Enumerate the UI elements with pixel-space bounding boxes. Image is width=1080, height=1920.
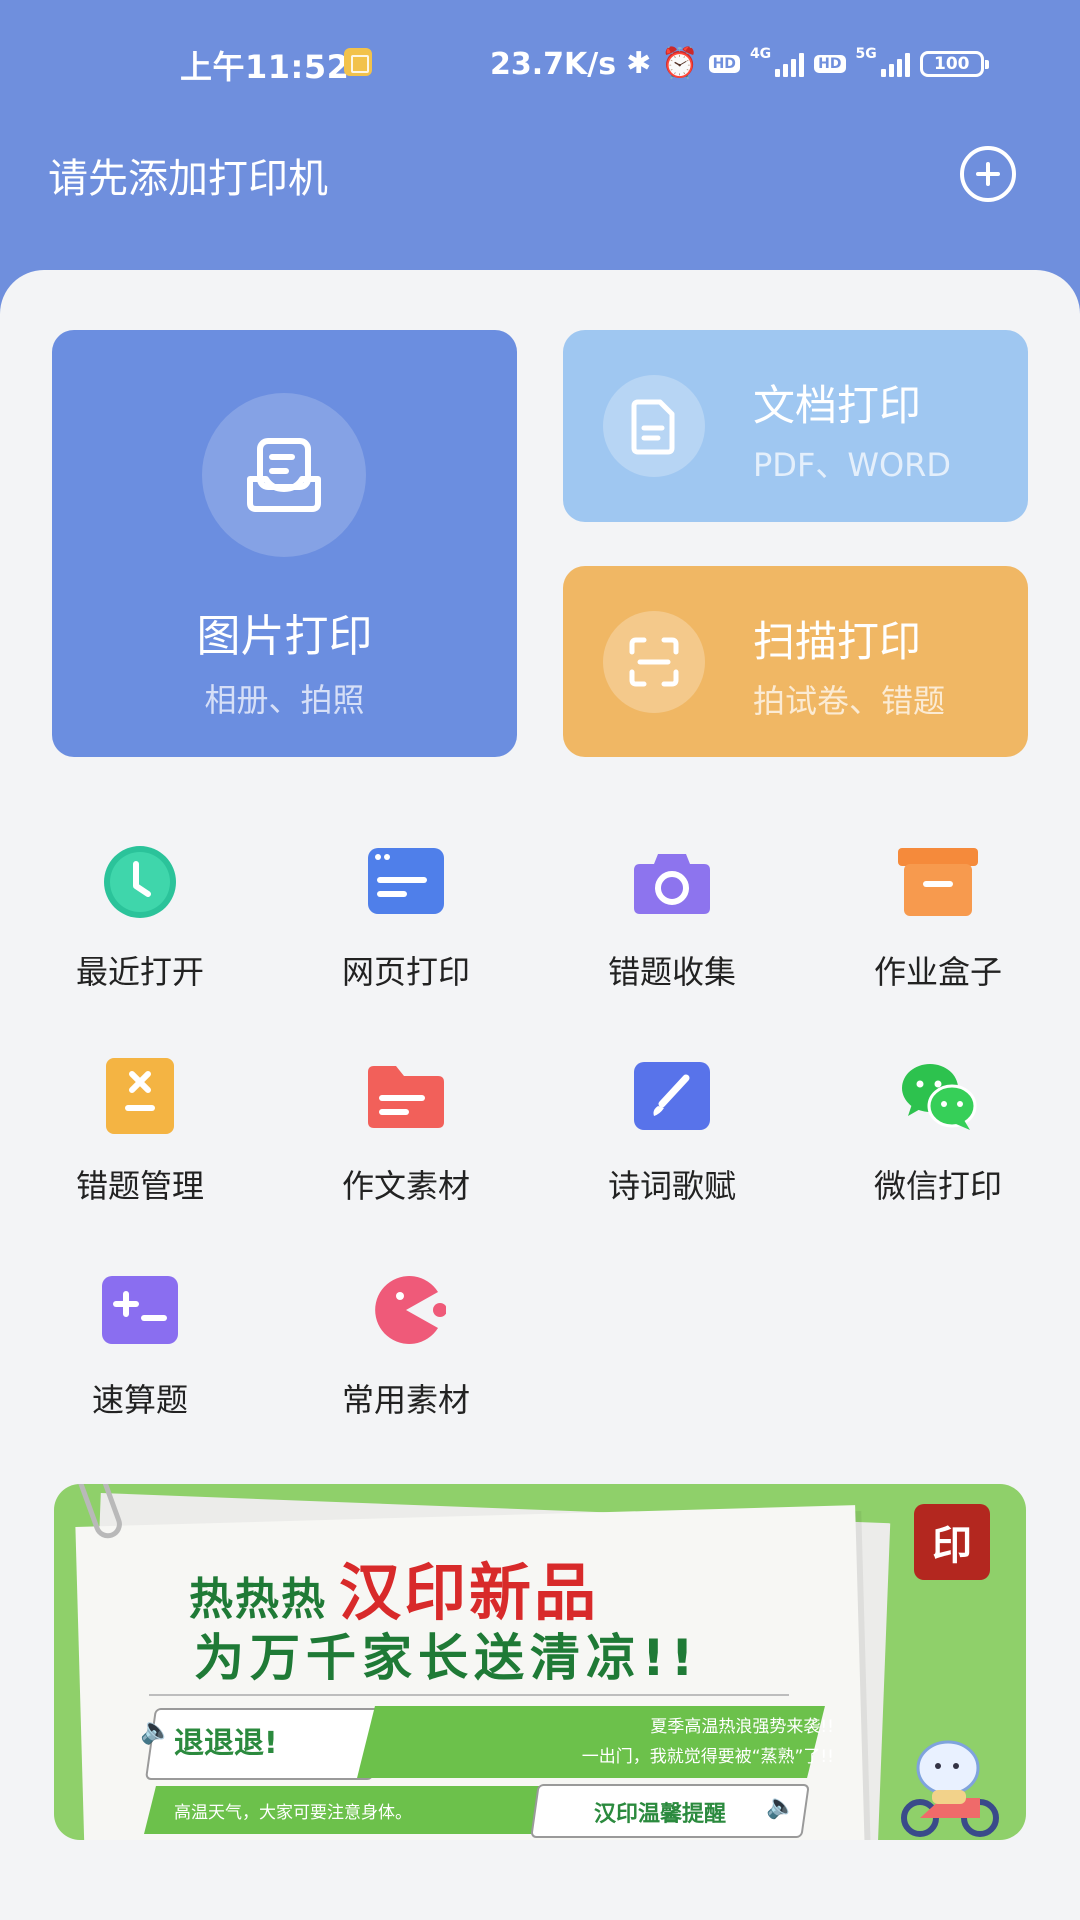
- banner-message: 夏季高温热浪强势来袭!! 一出门，我就觉得要被“蒸熟”了!!: [424, 1712, 834, 1772]
- battery-level: 100: [934, 54, 970, 74]
- signal-icon: [775, 51, 805, 77]
- battery-icon: 100: [919, 51, 989, 77]
- banner-msg-line3: 高温天气，大家可要注意身体。: [174, 1803, 412, 1823]
- feature-label: 错题管理: [75, 1167, 204, 1205]
- scan-print-card[interactable]: 扫描打印 拍试卷、错题: [563, 566, 1028, 757]
- banner-msg-line2: 一出门，我就觉得要被“蒸熟”了!!: [581, 1747, 834, 1767]
- hd-badge-sim2: HD: [814, 55, 846, 73]
- photo-print-subtitle: 相册、拍照: [204, 681, 365, 719]
- feature-label: 诗词歌赋: [607, 1167, 736, 1205]
- feature-label: 常用素材: [341, 1381, 470, 1419]
- document-print-card[interactable]: 文档打印 PDF、WORD: [563, 330, 1028, 522]
- feature-label: 作文素材: [341, 1167, 470, 1205]
- document-print-title: 文档打印: [753, 381, 922, 430]
- photo-print-card[interactable]: 图片打印 相册、拍照: [52, 330, 517, 757]
- wechat-icon: [902, 1064, 977, 1130]
- box-icon: [898, 848, 978, 916]
- status-bar: 上午11:52 23.7K/s ✱ ⏰ HD 4G HD 5G 100: [0, 0, 1080, 120]
- feature-label: 微信打印: [873, 1167, 1002, 1205]
- page-title[interactable]: 请先添加打印机: [48, 146, 328, 204]
- status-time: 上午11:52: [180, 48, 350, 86]
- scan-icon-circle: [603, 611, 705, 713]
- feature-web-print[interactable]: 网页打印: [271, 842, 541, 1022]
- feature-wechat-print[interactable]: 微信打印: [803, 1056, 1073, 1236]
- network-type-sim2: 5G: [855, 46, 877, 62]
- calculator-icon: [106, 1058, 174, 1134]
- notification-note-icon: [344, 48, 372, 76]
- scan-frame-icon: [629, 637, 679, 687]
- feature-label: 错题收集: [607, 953, 736, 991]
- plus-minus-icon: [102, 1276, 178, 1344]
- camera-icon: [634, 854, 710, 914]
- hd-badge-sim1: HD: [708, 55, 740, 73]
- clock-icon: [104, 846, 176, 918]
- banner-msg-line1: 夏季高温热浪强势来袭!!: [650, 1717, 834, 1737]
- feature-poetry[interactable]: 诗词歌赋: [537, 1056, 807, 1236]
- pacman-icon: [375, 1276, 446, 1344]
- scan-print-subtitle: 拍试卷、错题: [753, 682, 946, 720]
- network-type-sim1: 4G: [749, 46, 772, 62]
- mascot-scooter-icon: [901, 1740, 999, 1837]
- signal-icon-2: [880, 51, 910, 77]
- document-icon-circle: [603, 375, 705, 477]
- document-icon: [631, 399, 675, 455]
- plus-circle-icon[interactable]: [960, 146, 1016, 202]
- folder-icon: [368, 1066, 444, 1128]
- scan-print-title: 扫描打印: [753, 617, 922, 666]
- speaker-icon-2: 🔈: [766, 1792, 796, 1820]
- document-print-subtitle: PDF、WORD: [753, 446, 952, 484]
- bluetooth-icon: ✱: [626, 46, 652, 81]
- speaker-icon: 🔈: [140, 1716, 173, 1746]
- brush-icon: [634, 1062, 710, 1130]
- banner-retreat: 退退退!: [174, 1726, 278, 1761]
- feature-common-material[interactable]: 常用素材: [271, 1270, 541, 1450]
- feature-label: 速算题: [91, 1381, 188, 1419]
- photo-tray-icon: [247, 438, 321, 512]
- photo-print-title: 图片打印: [196, 611, 373, 662]
- feature-mistake-collect[interactable]: 错题收集: [537, 842, 807, 1022]
- feature-homework-box[interactable]: 作业盒子: [803, 842, 1073, 1022]
- banner-reminder: 汉印温馨提醒: [594, 1802, 727, 1827]
- feature-label: 最近打开: [75, 953, 204, 991]
- brand-seal-logo: 印: [914, 1504, 990, 1580]
- feature-recent-open[interactable]: 最近打开: [5, 842, 275, 1022]
- banner-divider: [149, 1694, 789, 1696]
- photo-icon-circle: [202, 393, 366, 557]
- promo-banner[interactable]: 热热热 汉印新品 为万千家长送清凉!! 🔈 退退退! 夏季高温热浪强势来袭!! …: [54, 1484, 1026, 1840]
- feature-essay-material[interactable]: 作文素材: [271, 1056, 541, 1236]
- net-speed: 23.7K/s: [490, 46, 617, 82]
- banner-subheadline: 为万千家长送清凉!!: [194, 1629, 700, 1687]
- feature-label: 作业盒子: [873, 953, 1002, 991]
- main-panel: 图片打印 相册、拍照 文档打印 PDF、WORD 扫描打印 拍试卷、错题 最近打…: [0, 270, 1080, 1920]
- feature-quick-math[interactable]: 速算题: [5, 1270, 275, 1450]
- alarm-icon: ⏰: [661, 46, 699, 81]
- feature-mistake-manage[interactable]: 错题管理: [5, 1056, 275, 1236]
- feature-label: 网页打印: [341, 953, 470, 991]
- browser-window-icon: [368, 848, 444, 914]
- status-indicators: 23.7K/s ✱ ⏰ HD 4G HD 5G 100: [490, 44, 989, 84]
